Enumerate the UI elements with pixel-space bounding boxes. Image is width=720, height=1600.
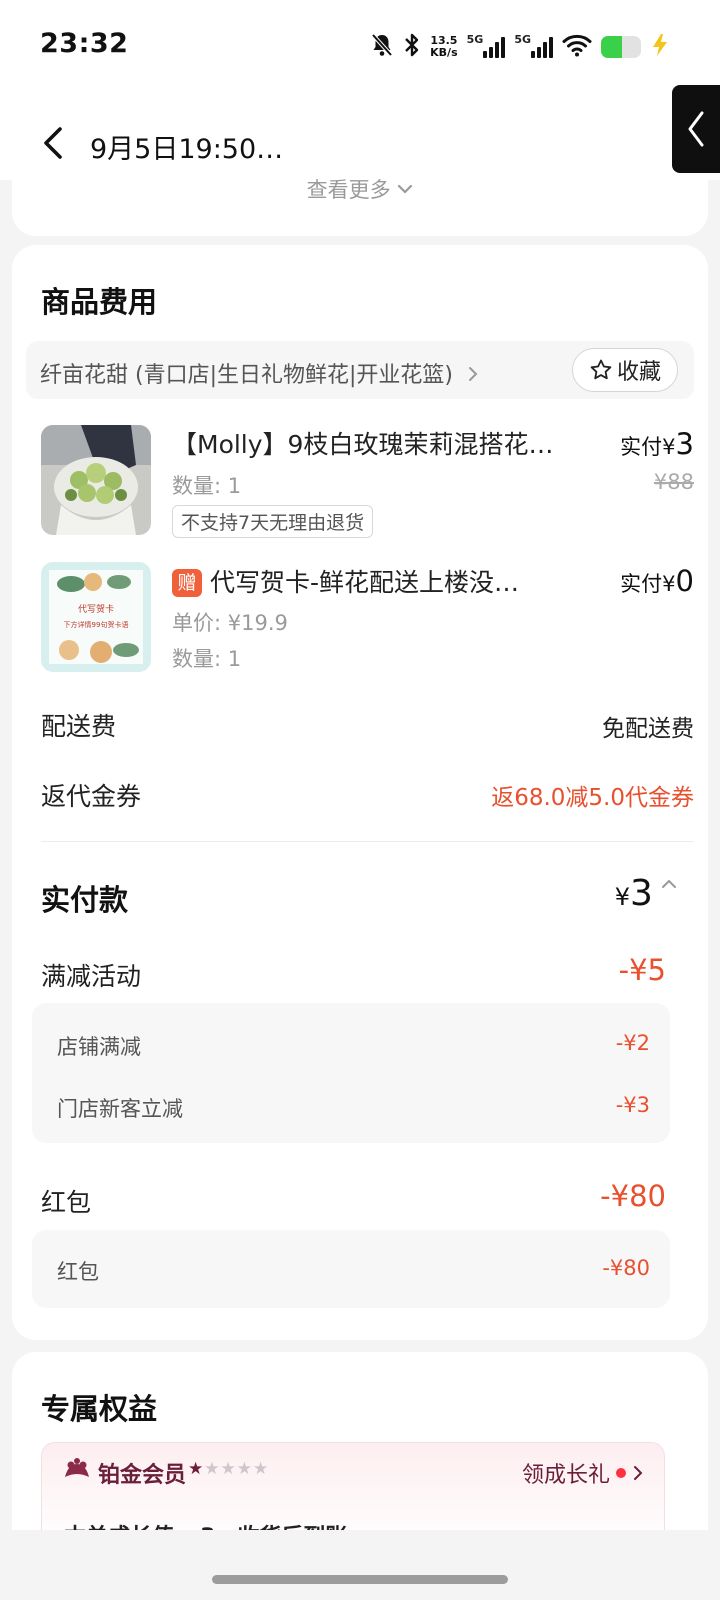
product-title-text: 代写贺卡-鲜花配送上楼没… <box>210 568 520 597</box>
signal-bars-icon <box>483 36 506 58</box>
divider <box>41 841 694 842</box>
battery-icon <box>601 36 641 58</box>
discount-detail-value: -¥2 <box>615 1031 650 1055</box>
bottom-safe-area <box>0 1530 720 1600</box>
redpacket-detail-label: 红包 <box>57 1260 99 1284</box>
discount-details: 店铺满减 -¥2 门店新客立减 -¥3 <box>32 1003 670 1143</box>
product-quantity: 数量: 1 <box>172 647 242 671</box>
card-image-text-1: 代写贺卡 <box>78 603 114 615</box>
discount-detail-label: 门店新客立减 <box>57 1097 183 1121</box>
status-time: 23:32 <box>40 28 129 59</box>
paid-total-currency: ¥ <box>614 883 630 911</box>
wifi-icon <box>562 33 592 61</box>
chevron-right-icon <box>634 1466 643 1480</box>
chevron-right-icon <box>469 367 478 381</box>
store-bar[interactable]: 纤亩花甜 (青口店|生日礼物鲜花|开业花篮) 收藏 <box>26 341 694 399</box>
redpacket-label: 红包 <box>41 1188 92 1217</box>
bell-off-icon <box>370 32 394 62</box>
side-drawer-handle[interactable] <box>672 85 720 173</box>
favorite-label: 收藏 <box>616 360 661 385</box>
paid-total-toggle[interactable]: ¥3 <box>615 873 678 914</box>
status-icons: 13.5 KB/s 5G 5G <box>370 32 670 62</box>
delivery-fee-value: 免配送费 <box>602 716 694 742</box>
discount-label: 满减活动 <box>41 962 142 991</box>
paid-total-value: 3 <box>630 873 653 914</box>
product-quantity: 数量: 1 <box>172 474 242 498</box>
notification-dot <box>616 1468 626 1478</box>
signal-1: 5G <box>466 33 506 58</box>
product-paid-price: 实付¥3 <box>620 427 694 461</box>
order-info-card: 查看更多 <box>12 178 708 236</box>
signal-2: 5G <box>514 33 553 58</box>
coupon-label: 返代金券 <box>41 782 142 811</box>
growth-gift-link[interactable]: 领成长礼 <box>522 1457 644 1489</box>
product-title[interactable]: 赠代写贺卡-鲜花配送上楼没… <box>172 563 519 599</box>
product-unit-price: 单价: ¥19.9 <box>172 611 288 635</box>
member-level: 铂金会员 <box>98 1463 187 1488</box>
signal-1-label: 5G <box>466 33 484 46</box>
chevron-left-icon <box>44 127 62 159</box>
goods-cost-title: 商品费用 <box>41 285 158 319</box>
store-name-link[interactable]: 纤亩花甜 (青口店|生日礼物鲜花|开业花篮) <box>40 357 480 389</box>
paid-value: 3 <box>675 427 694 461</box>
paid-label: 实付¥ <box>620 572 676 596</box>
signal-bars-icon <box>531 36 553 58</box>
growth-gift-label: 领成长礼 <box>521 1463 610 1488</box>
coupon-value: 返68.0减5.0代金券 <box>491 785 694 811</box>
product-image-greeting-card[interactable]: 代写贺卡 下方详情99句贺卡语 <box>41 562 151 672</box>
member-crown-icon <box>62 1457 92 1489</box>
page-title: 9月5日19:50… <box>90 134 284 165</box>
view-more-label: 查看更多 <box>306 178 391 202</box>
redpacket-value: -¥80 <box>600 1179 666 1213</box>
view-more-button[interactable]: 查看更多 <box>12 174 708 204</box>
nav-header: 9月5日19:50… <box>0 95 720 180</box>
chevron-left-icon <box>688 111 704 147</box>
chevron-down-icon <box>398 184 413 194</box>
back-button[interactable] <box>36 123 70 163</box>
network-speed: 13.5 KB/s <box>430 35 457 59</box>
paid-label: 实付¥ <box>620 435 676 459</box>
network-speed-unit: KB/s <box>430 46 458 59</box>
star-outline-icon <box>590 359 612 380</box>
benefits-title: 专属权益 <box>41 1392 158 1426</box>
delivery-fee-label: 配送费 <box>41 712 117 741</box>
discount-detail-value: -¥3 <box>615 1093 650 1117</box>
favorite-button[interactable]: 收藏 <box>572 348 678 392</box>
product-paid-price: 实付¥0 <box>620 564 694 598</box>
product-original-price: ¥88 <box>653 470 694 494</box>
paid-total-label: 实付款 <box>41 883 129 917</box>
store-name: 纤亩花甜 (青口店|生日礼物鲜花|开业花篮) <box>40 363 453 388</box>
signal-2-label: 5G <box>514 33 531 46</box>
paid-value: 0 <box>675 564 694 598</box>
goods-cost-card: 商品费用 纤亩花甜 (青口店|生日礼物鲜花|开业花篮) 收藏 【Molly】9枝… <box>12 245 708 1340</box>
product-title[interactable]: 【Molly】9枝白玫瑰茉莉混搭花… <box>172 425 553 461</box>
discount-detail-label: 店铺满减 <box>57 1035 141 1059</box>
status-bar: 23:32 13.5 KB/s 5G 5G <box>0 0 720 95</box>
redpacket-details: 红包 -¥80 <box>32 1230 670 1308</box>
member-stars: ★★★★★ <box>188 1459 270 1479</box>
card-image-text-2: 下方详情99句贺卡语 <box>64 620 129 629</box>
product-image-bouquet[interactable] <box>41 425 151 535</box>
discount-value: -¥5 <box>618 953 666 987</box>
gift-badge: 赠 <box>172 569 202 597</box>
redpacket-detail-value: -¥80 <box>602 1256 650 1280</box>
home-indicator[interactable] <box>212 1575 508 1584</box>
charging-icon <box>650 33 670 61</box>
bluetooth-icon <box>403 32 421 62</box>
chevron-up-icon <box>662 879 676 888</box>
return-policy-tag: 不支持7天无理由退货 <box>172 505 374 538</box>
